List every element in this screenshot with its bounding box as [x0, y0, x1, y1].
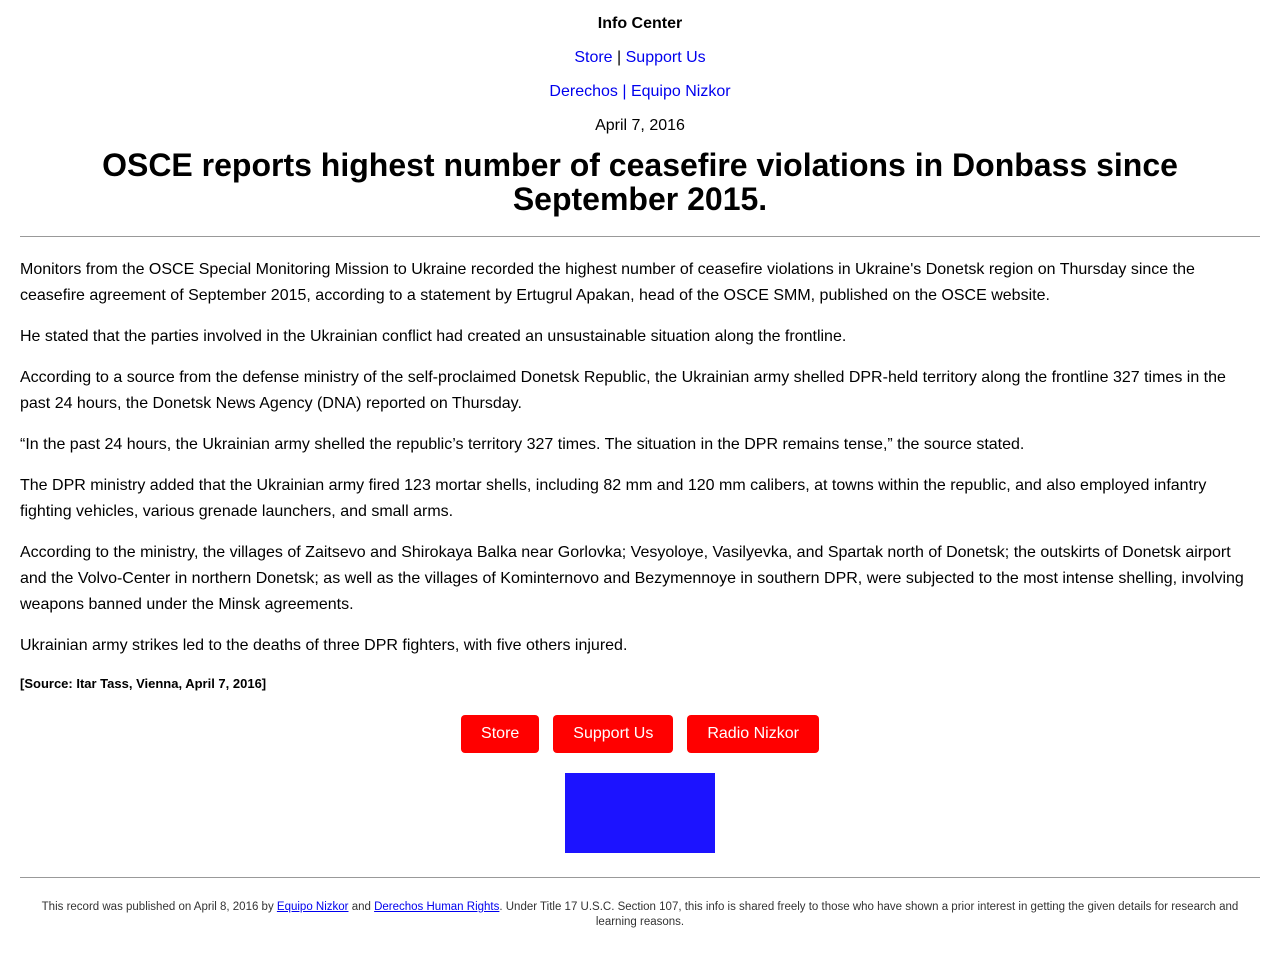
top-nav-secondary: Derechos | Equipo Nizkor	[20, 82, 1260, 102]
header-divider	[20, 236, 1260, 237]
support-us-link[interactable]: Support Us	[626, 49, 706, 66]
site-title: Info Center	[597, 15, 683, 32]
article-source: [Source: Itar Tass, Vienna, April 7, 201…	[20, 676, 267, 691]
page: Info Center Store | Support Us Derechos …	[0, 14, 1280, 930]
support-us-button[interactable]: Support Us	[553, 715, 674, 753]
derechos-footer-link[interactable]: Derechos Human Rights	[374, 901, 499, 913]
footer-notice: This record was published on April 8, 20…	[41, 901, 1239, 928]
article-headline: OSCE reports highest number of ceasefire…	[102, 147, 1178, 217]
radio-nizkor-button[interactable]: Radio Nizkor	[687, 715, 819, 753]
article-paragraph: The DPR ministry added that the Ukrainia…	[20, 477, 1207, 520]
nav-separator: |	[612, 49, 626, 66]
article-paragraph: Ukrainian army strikes led to the deaths…	[20, 637, 628, 654]
article-paragraph: He stated that the parties involved in t…	[20, 328, 847, 345]
article-date: April 7, 2016	[595, 117, 685, 134]
action-buttons: Store Support Us Radio Nizkor	[20, 715, 1260, 753]
article-body: Monitors from the OSCE Special Monitorin…	[20, 257, 1260, 659]
derechos-link[interactable]: Derechos | Equipo Nizkor	[549, 83, 730, 100]
banner-image[interactable]	[565, 773, 715, 853]
article-paragraph: According to the ministry, the villages …	[20, 544, 1244, 613]
store-button[interactable]: Store	[461, 715, 540, 753]
article-paragraph: “In the past 24 hours, the Ukrainian arm…	[20, 436, 1025, 453]
equipo-nizkor-footer-link[interactable]: Equipo Nizkor	[277, 901, 349, 913]
footer-divider	[20, 877, 1260, 878]
top-nav-primary: Store | Support Us	[20, 48, 1260, 68]
article-paragraph: According to a source from the defense m…	[20, 369, 1226, 412]
banner-container	[20, 773, 1260, 853]
article-paragraph: Monitors from the OSCE Special Monitorin…	[20, 261, 1195, 304]
store-link[interactable]: Store	[574, 49, 612, 66]
